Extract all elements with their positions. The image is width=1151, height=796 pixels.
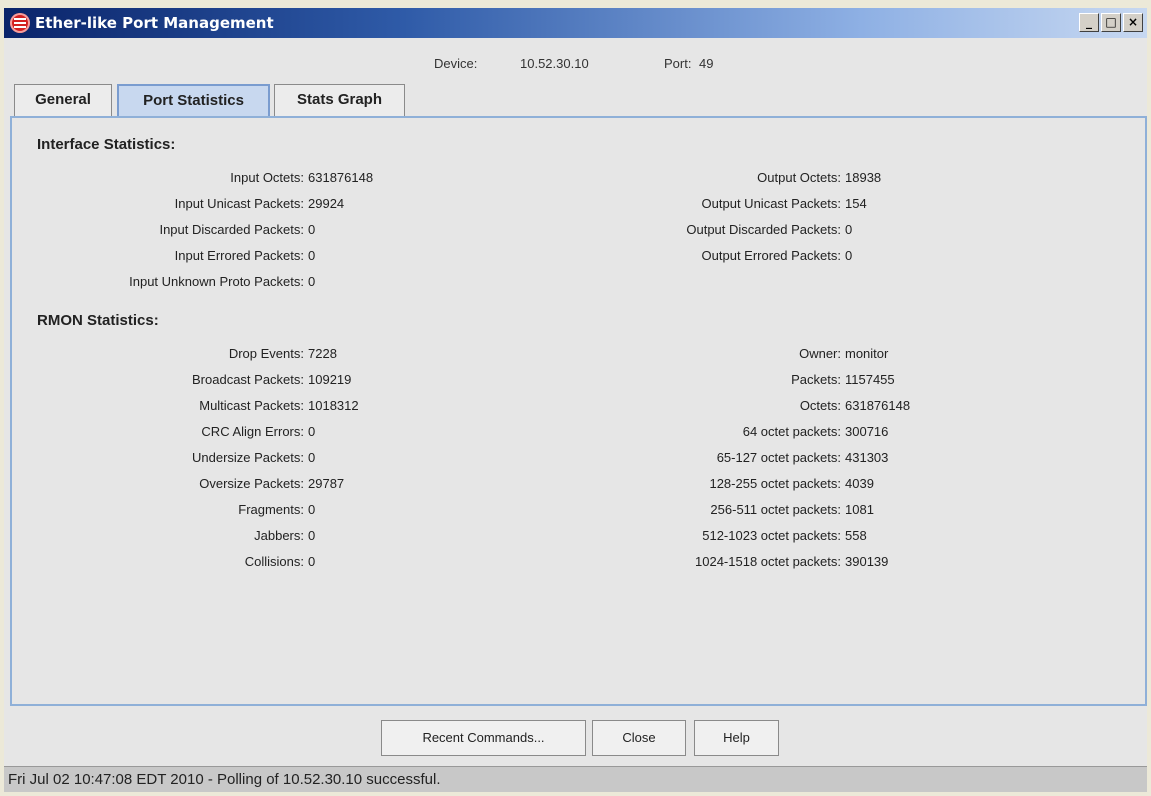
recent-commands-button[interactable]: Recent Commands...	[381, 720, 586, 756]
interface-left-label: Input Unknown Proto Packets:	[129, 274, 304, 289]
device-label: Device:	[434, 56, 478, 71]
port-value: 49	[699, 56, 714, 71]
interface-right-label: Output Discarded Packets:	[686, 222, 841, 237]
tab-port-statistics[interactable]: Port Statistics	[117, 84, 270, 118]
window-title: Ether-like Port Management	[35, 14, 274, 32]
title-bar[interactable]: Ether-like Port Management _ □ ×	[4, 8, 1147, 38]
rmon-right-value: 631876148	[845, 398, 911, 413]
rmon-statistics-heading: RMON Statistics:	[37, 312, 159, 329]
interface-right-value: 0	[845, 222, 853, 237]
help-button[interactable]: Help	[694, 720, 779, 756]
port-management-window: Ether-like Port Management _ □ × Device:…	[0, 0, 1151, 796]
rmon-right-label: 128-255 octet packets:	[709, 476, 841, 491]
minimize-icon[interactable]: _	[1079, 13, 1099, 32]
status-bar: Fri Jul 02 10:47:08 EDT 2010 - Polling o…	[4, 766, 1147, 792]
tab-stats-graph[interactable]: Stats Graph	[274, 84, 405, 116]
interface-right-value: 154	[845, 196, 867, 211]
rmon-right-value: 300716	[845, 424, 889, 439]
interface-right-value: 0	[845, 248, 853, 263]
rmon-right-value: 390139	[845, 554, 889, 569]
close-window-icon[interactable]: ×	[1123, 13, 1143, 32]
interface-right-label: Output Octets:	[757, 170, 841, 185]
interface-right-label: Output Unicast Packets:	[701, 196, 841, 211]
maximize-icon[interactable]: □	[1101, 13, 1121, 32]
rmon-right-value: 558	[845, 528, 867, 543]
rmon-right-label: 64 octet packets:	[742, 424, 841, 439]
rmon-right-value: 4039	[845, 476, 874, 491]
rmon-right-value: 431303	[845, 450, 889, 465]
rmon-right-label: 512-1023 octet packets:	[702, 528, 841, 543]
rmon-right-label: 65-127 octet packets:	[716, 450, 841, 465]
interface-right-value: 18938	[845, 170, 882, 185]
device-value: 10.52.30.10	[520, 56, 589, 71]
rmon-right-value: 1157455	[845, 372, 895, 387]
tab-general[interactable]: General	[14, 84, 112, 116]
rmon-right-label: 256-511 octet packets:	[710, 502, 841, 517]
statistics-panel: Interface Statistics: Input Octets: 63187…	[10, 116, 1147, 706]
rmon-right-label: Octets:	[799, 398, 841, 413]
interface-right-label: Output Errored Packets:	[701, 248, 841, 263]
close-button[interactable]: Close	[592, 720, 686, 756]
rmon-right-label: Packets:	[791, 372, 841, 387]
rmon-right-label: Owner:	[799, 346, 841, 361]
interface-left-value: 0	[308, 274, 316, 289]
rmon-right-label: 1024-1518 octet packets:	[695, 554, 841, 569]
rmon-right-value: monitor	[845, 346, 889, 361]
interface-statistics-heading: Interface Statistics:	[37, 136, 176, 153]
app-icon	[10, 13, 30, 33]
rmon-right-value: 1081	[845, 502, 874, 517]
port-label: Port:	[664, 56, 692, 71]
